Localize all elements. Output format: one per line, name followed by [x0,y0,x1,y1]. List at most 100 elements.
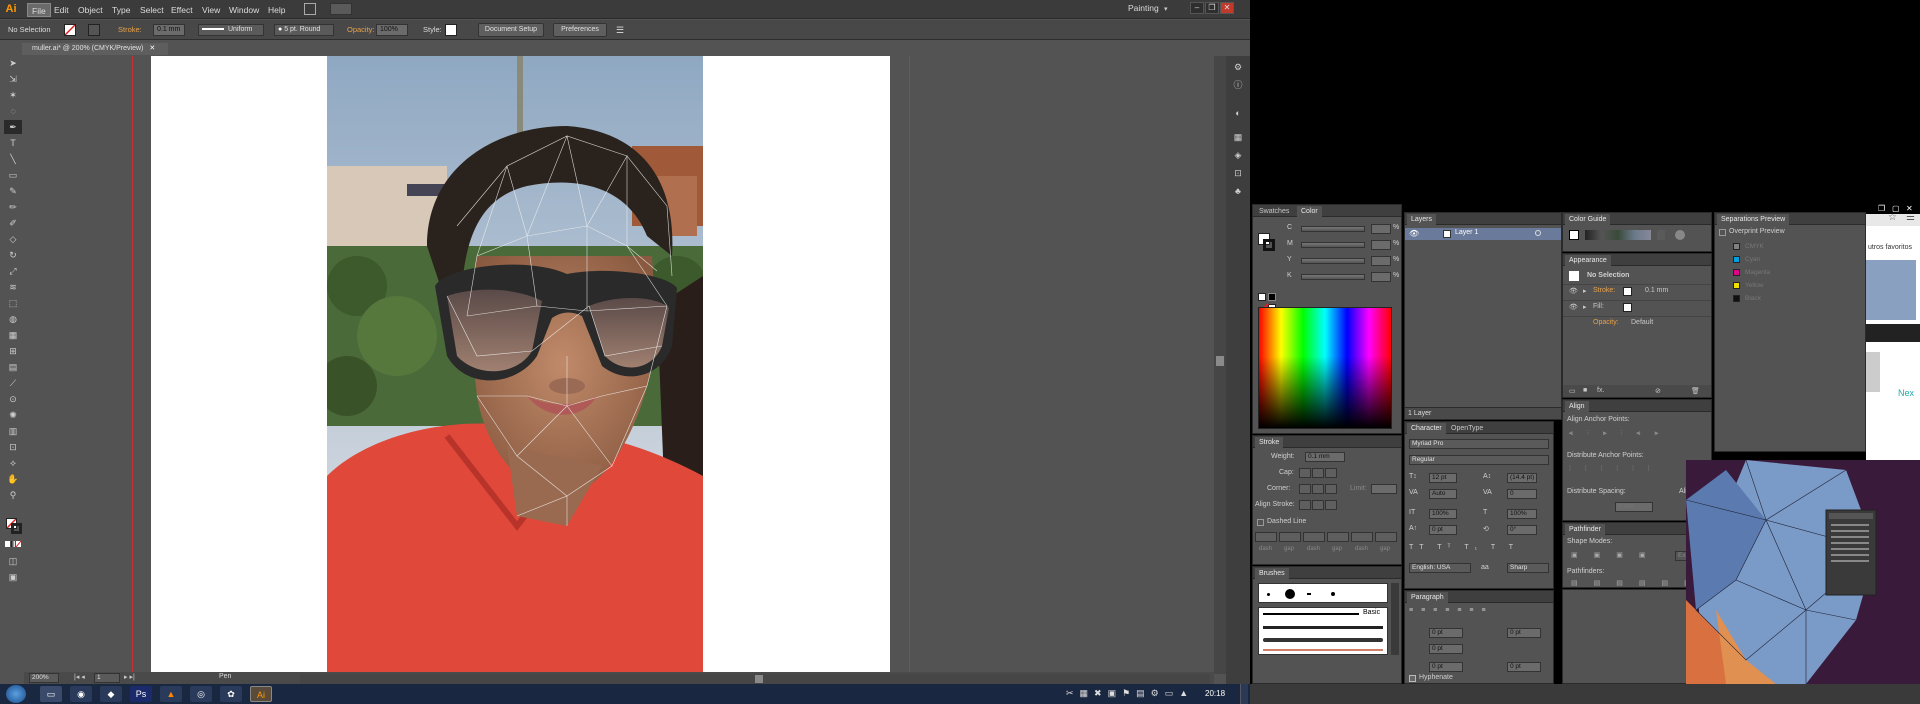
charcoal-brush-stroke[interactable] [1263,626,1383,629]
base-color-swatch[interactable] [1569,230,1579,240]
spacing-field[interactable]: 0 mm [1615,502,1653,512]
brush-dot-small[interactable] [1267,593,1270,596]
text-style-buttons[interactable]: TT Tᵀ T₁ T T [1409,544,1519,551]
appearance-fill-label[interactable]: Fill: [1593,303,1604,310]
leading-field[interactable]: (14.4 pt) [1507,473,1537,483]
black-swatch[interactable] [1268,293,1276,301]
tab-opentype[interactable]: OpenType [1447,423,1487,434]
stroke-expand-icon[interactable]: ▸ [1583,287,1587,295]
fill-swatch[interactable] [64,24,76,36]
close-tab-icon[interactable]: ✕ [149,45,155,52]
round-cap-button[interactable] [1312,468,1324,478]
browser-thumbnail-image[interactable] [1866,260,1916,320]
zoom-tool-icon[interactable]: ⚲ [4,488,22,502]
column-graph-icon[interactable]: ▥ [4,424,22,438]
pencil-icon[interactable]: ✏ [4,200,22,214]
line-tool-icon[interactable]: ╲ [4,152,22,166]
space-before-field[interactable]: 0 pt [1429,662,1463,672]
chalk-brush-stroke[interactable] [1263,649,1383,651]
paragraph-panel-title[interactable]: Paragraph [1407,592,1448,603]
perspective-grid-icon[interactable]: ▦ [4,328,22,342]
miter-limit-field[interactable] [1371,484,1397,494]
steam-taskbar-icon[interactable]: ◎ [190,686,212,702]
brush-dot-large[interactable] [1285,589,1295,599]
browser-link-text[interactable]: Nex [1898,388,1914,398]
dash-field-3[interactable] [1351,532,1373,542]
language-select[interactable]: English: USA [1409,563,1471,573]
gap-field-2[interactable] [1327,532,1349,542]
yellow-slider[interactable] [1301,258,1365,264]
layer-row[interactable]: 👁 Layer 1 [1405,228,1561,240]
edit-colors-icon[interactable] [1675,230,1685,240]
document-setup-button[interactable]: Document Setup [478,23,544,37]
appearance-fill-row[interactable]: 👁 ▸ Fill: [1563,300,1711,314]
distribute-buttons[interactable]: ⫶⫶⫶⫶⫶⫶ [1569,466,1664,474]
overprint-preview-checkbox[interactable] [1719,229,1726,236]
artboard-number-field[interactable]: 1 [94,673,120,683]
stroke-swatch[interactable] [88,24,100,36]
horizontal-scrollbar[interactable] [300,674,1210,684]
blob-brush-icon[interactable]: ✐ [4,216,22,230]
rectangle-tool-icon[interactable]: ▭ [4,168,22,182]
appearance-stroke-weight[interactable]: 0.1 mm [1645,287,1668,294]
separations-panel-title[interactable]: Separations Preview [1717,214,1790,225]
brush-list-scrollbar[interactable] [1391,583,1399,655]
appearance-fill-swatch[interactable] [1623,303,1632,312]
appearance-panel-title[interactable]: Appearance [1565,255,1611,266]
anti-aliasing-select[interactable]: Sharp [1507,563,1549,573]
space-after-field[interactable]: 0 pt [1507,662,1541,672]
scale-tool-icon[interactable]: ⤢ [4,264,22,278]
gradient-tool-icon[interactable]: ▤ [4,360,22,374]
tab-character[interactable]: Character [1407,423,1446,434]
next-page-icon[interactable]: ▸ ▸| [124,673,135,681]
align-inside-stroke-button[interactable] [1312,500,1324,510]
free-transform-icon[interactable]: ⬚ [4,296,22,310]
kerning-field[interactable]: Auto [1429,489,1457,499]
cyan-field[interactable] [1371,224,1391,234]
slice-tool-icon[interactable]: ⟡ [4,456,22,470]
eraser-icon[interactable]: ◇ [4,232,22,246]
layer-target-icon[interactable] [1535,230,1541,236]
first-line-indent-field[interactable]: 0 pt [1429,644,1463,654]
gap-field-1[interactable] [1279,532,1301,542]
horizontal-scroll-thumb[interactable] [755,675,763,683]
arrange-documents-icon[interactable] [330,3,352,15]
layer-name[interactable]: Layer 1 [1455,229,1478,236]
symbols-panel-icon[interactable]: ♣ [1231,184,1245,198]
first-page-icon[interactable]: |◂ ◂ [74,673,85,681]
menu-help[interactable]: Help [264,3,289,17]
style-swatch[interactable] [445,24,457,36]
preferences-button[interactable]: Preferences [553,23,607,37]
paragraph-alignment-buttons[interactable]: ≡≡≡≡≡≡≡ [1409,607,1494,614]
appearance-stroke-label[interactable]: Stroke: [1593,287,1615,294]
dash-field-1[interactable] [1255,532,1277,542]
direct-selection-tool-icon[interactable]: ⇲ [4,72,22,86]
mesh-tool-icon[interactable]: ⊞ [4,344,22,358]
transform-panel-icon[interactable]: ⚙ [1231,60,1245,74]
rotate-tool-icon[interactable]: ↻ [4,248,22,262]
paintbrush-icon[interactable]: ✎ [4,184,22,198]
plate-row-yellow[interactable]: Yellow [1715,280,1865,292]
workspace-switcher[interactable]: Painting [1128,3,1159,13]
color-spectrum[interactable] [1258,307,1392,429]
align-panel-title[interactable]: Align [1565,401,1589,412]
ink-brush-stroke[interactable] [1263,638,1383,642]
font-size-field[interactable]: 12 pt [1429,473,1457,483]
visibility-eye-icon[interactable]: 👁 [1409,229,1419,238]
browser-close-icon[interactable]: ✕ [1906,204,1913,213]
menu-select[interactable]: Select [136,3,168,17]
graphic-styles-icon[interactable]: ◈ [1231,148,1245,162]
artboards-panel-icon[interactable]: ⊡ [1231,166,1245,180]
hyphenate-checkbox[interactable] [1409,675,1416,682]
placed-photo[interactable] [327,56,703,672]
harmony-colors[interactable] [1585,230,1651,240]
miter-join-button[interactable] [1299,484,1311,494]
brushes-panel-title[interactable]: Brushes [1255,568,1289,579]
font-style-select[interactable]: Regular [1409,455,1549,465]
transparency-panel-icon[interactable]: ◐ [1231,106,1245,120]
brush-dash[interactable] [1307,593,1311,595]
color-guide-panel-title[interactable]: Color Guide [1565,214,1611,225]
fill-expand-icon[interactable]: ▸ [1583,303,1587,311]
black-field[interactable] [1371,272,1391,282]
dash-field-2[interactable] [1303,532,1325,542]
